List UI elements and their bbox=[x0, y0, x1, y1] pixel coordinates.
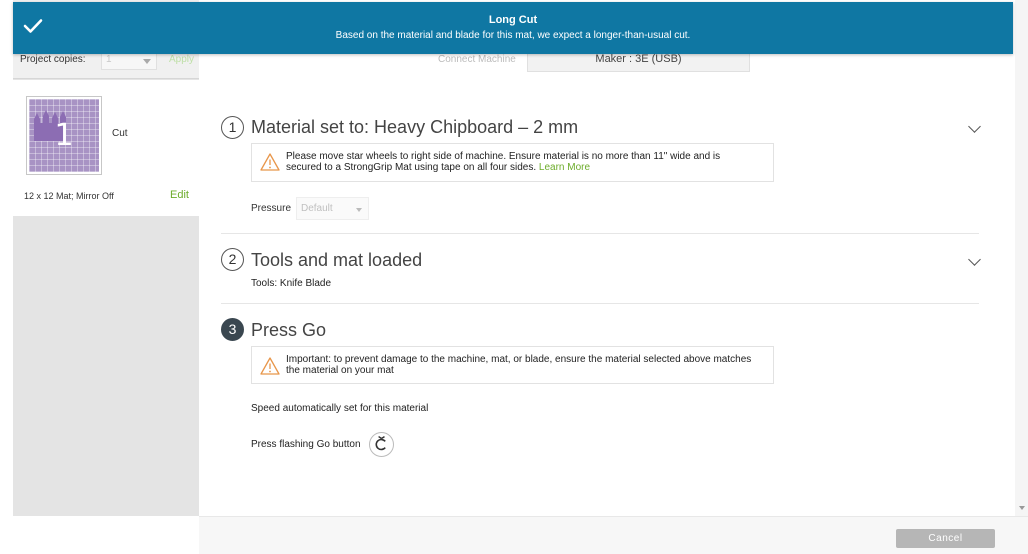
material-match-notice: Important: to prevent damage to the mach… bbox=[251, 346, 774, 384]
step-3-number: 3 bbox=[221, 318, 244, 341]
pressure-label: Pressure bbox=[251, 203, 292, 214]
chevron-down-icon[interactable] bbox=[968, 120, 981, 133]
notice-body: Please move star wheels to right side of… bbox=[286, 151, 721, 173]
press-go-text: Press flashing Go button bbox=[251, 439, 361, 450]
mat-mode-label: Cut bbox=[112, 128, 128, 139]
step-divider bbox=[221, 233, 979, 234]
warning-triangle-icon bbox=[260, 357, 280, 375]
banner-title: Long Cut bbox=[488, 14, 538, 26]
caret-down-icon bbox=[143, 59, 151, 64]
banner-message: Based on the material and blade for this… bbox=[335, 30, 691, 41]
mat-preview: 1 bbox=[29, 99, 99, 172]
speed-text: Speed automatically set for this materia… bbox=[251, 403, 429, 414]
notice-text: Please move star wheels to right side of… bbox=[286, 151, 756, 173]
mat-info: 12 x 12 Mat; Mirror Off bbox=[24, 191, 114, 201]
scroll-down-arrow-icon[interactable] bbox=[1019, 506, 1025, 510]
step-1-number: 1 bbox=[221, 116, 244, 139]
cricut-go-icon bbox=[375, 436, 386, 451]
step-2-title[interactable]: Tools and mat loaded bbox=[251, 250, 422, 271]
step-1-title[interactable]: Material set to: Heavy Chipboard – 2 mm bbox=[251, 117, 578, 138]
mat-thumbnail[interactable]: 1 bbox=[26, 96, 102, 175]
edit-mat-button[interactable]: Edit bbox=[170, 189, 189, 201]
notice-body: Important: to prevent damage to the mach… bbox=[286, 354, 752, 376]
cancel-button[interactable]: Cancel bbox=[896, 529, 995, 548]
footer-bar: Cancel bbox=[199, 516, 1028, 554]
mat-number: 1 bbox=[54, 118, 74, 153]
connect-machine-label: Connect Machine bbox=[438, 54, 516, 65]
star-wheels-notice: Please move star wheels to right side of… bbox=[251, 143, 774, 182]
mat-sidebar: Project copies: 1 Apply 1 Cut 12 x 12 Ma… bbox=[13, 0, 199, 516]
step-3-title: Press Go bbox=[251, 320, 327, 340]
pressure-value: Default bbox=[301, 203, 333, 214]
tools-loaded-text: Tools: Knife Blade bbox=[251, 278, 332, 289]
learn-more-link[interactable]: Learn More bbox=[539, 162, 590, 173]
step-2-number: 2 bbox=[221, 248, 244, 271]
long-cut-banner: Long Cut Based on the material and blade… bbox=[13, 2, 1013, 54]
go-button-indicator bbox=[369, 432, 394, 457]
footer-left-spacer bbox=[13, 516, 199, 554]
apply-button[interactable]: Apply bbox=[169, 54, 194, 65]
project-copies-label: Project copies: bbox=[20, 54, 86, 65]
cut-screen: Project copies: 1 Apply 1 Cut 12 x 12 Ma… bbox=[0, 0, 1028, 554]
caret-down-icon bbox=[356, 208, 362, 212]
step-divider bbox=[221, 303, 979, 304]
warning-triangle-icon bbox=[260, 153, 280, 171]
chevron-down-icon[interactable] bbox=[968, 253, 981, 266]
main-panel: Connect Machine Maker : 3E (USB) 1 Mater… bbox=[199, 0, 1015, 516]
main-scrollbar[interactable] bbox=[1015, 0, 1028, 516]
project-copies-value: 1 bbox=[106, 54, 112, 65]
mat-card[interactable]: 1 Cut 12 x 12 Mat; Mirror Off Edit bbox=[13, 80, 199, 216]
pressure-select[interactable]: Default bbox=[296, 197, 369, 220]
